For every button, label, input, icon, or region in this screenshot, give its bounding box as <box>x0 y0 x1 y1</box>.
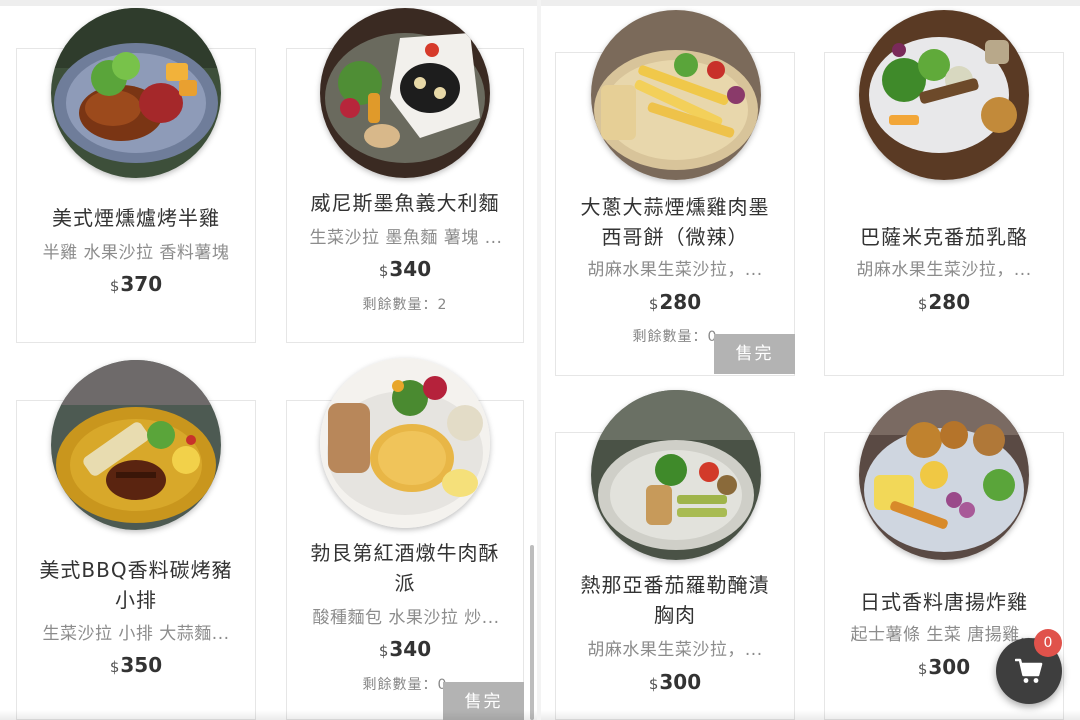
panel-top-bar <box>541 0 1080 6</box>
item-description: 胡麻水果生菜沙拉，... <box>587 640 763 660</box>
price-value: 300 <box>659 670 702 694</box>
item-name: 巴薩米克番茄乳酪 <box>860 225 1028 249</box>
remaining-label: 剩餘數量： <box>362 297 438 313</box>
item-name: 美式BBQ香料碳烤豬 <box>39 558 233 582</box>
remaining-label: 剩餘數量： <box>632 329 708 345</box>
item-price: $280 <box>824 290 1064 314</box>
item-description: 胡麻水果生菜沙拉，... <box>587 260 763 280</box>
shopping-cart-icon <box>1015 658 1043 683</box>
item-name-line2: 派 <box>394 571 416 595</box>
price-value: 340 <box>389 257 432 281</box>
currency-symbol: $ <box>378 642 389 660</box>
price-value: 340 <box>389 637 432 661</box>
price-value: 370 <box>120 272 163 296</box>
price-value: 280 <box>928 290 971 314</box>
price-value: 280 <box>659 290 702 314</box>
remaining-label: 剩餘數量： <box>362 677 438 693</box>
bottom-shadow <box>0 710 537 720</box>
item-price: $370 <box>16 272 256 296</box>
item-name-line2: 西哥餅（微辣） <box>601 225 749 249</box>
dish-photo[interactable] <box>320 358 490 528</box>
item-name-line2: 小排 <box>115 588 157 612</box>
sold-out-badge: 售完 <box>714 334 795 374</box>
remaining-value: 2 <box>437 297 448 313</box>
item-name: 勃艮第紅酒燉牛肉酥 <box>310 541 500 565</box>
currency-symbol: $ <box>648 675 659 693</box>
price-value: 300 <box>928 655 971 679</box>
item-price: $340 <box>286 257 524 281</box>
item-name: 大蔥大蒜煙燻雞肉墨 <box>580 195 770 219</box>
bottom-shadow <box>541 710 1080 720</box>
dish-photo[interactable] <box>859 390 1029 560</box>
item-description: 生菜沙拉 墨魚麵 薯塊 ... <box>309 228 503 248</box>
currency-symbol: $ <box>109 277 120 295</box>
item-name-line2: 胸肉 <box>654 603 696 627</box>
menu-panel-left: 美式煙燻爐烤半雞 半雞 水果沙拉 香料薯塊 $370 威尼斯墨魚義大利麵 生菜沙… <box>0 0 537 720</box>
item-description: 酸種麵包 水果沙拉 炒... <box>312 608 500 628</box>
item-description: 半雞 水果沙拉 香料薯塊 <box>42 243 230 263</box>
dish-photo[interactable] <box>51 360 221 530</box>
dish-photo[interactable] <box>591 390 761 560</box>
remaining-quantity: 剩餘數量：2 <box>286 294 524 314</box>
scrollbar-thumb[interactable] <box>530 545 534 720</box>
item-name: 美式煙燻爐烤半雞 <box>52 206 220 230</box>
currency-symbol: $ <box>917 295 928 313</box>
dish-photo[interactable] <box>320 8 490 178</box>
menu-panel-right: 大蔥大蒜煙燻雞肉墨 西哥餅（微辣） 胡麻水果生菜沙拉，... $280 剩餘數量… <box>541 0 1080 720</box>
item-description: 生菜沙拉 小排 大蒜麵... <box>42 624 230 644</box>
item-price: $300 <box>555 670 795 694</box>
item-description: 胡麻水果生菜沙拉，... <box>856 260 1032 280</box>
currency-symbol: $ <box>109 658 120 676</box>
price-value: 350 <box>120 653 163 677</box>
dish-photo[interactable] <box>51 8 221 178</box>
dish-photo[interactable] <box>859 10 1029 180</box>
item-price: $340 <box>286 637 524 661</box>
item-name: 熱那亞番茄羅勒醃漬 <box>580 573 770 597</box>
cart-count-badge: 0 <box>1034 629 1062 657</box>
currency-symbol: $ <box>648 295 659 313</box>
currency-symbol: $ <box>378 262 389 280</box>
dish-photo[interactable] <box>591 10 761 180</box>
item-name: 威尼斯墨魚義大利麵 <box>310 191 500 215</box>
item-name: 日式香料唐揚炸雞 <box>860 590 1028 614</box>
item-price: $280 <box>555 290 795 314</box>
panel-top-bar <box>0 0 537 6</box>
currency-symbol: $ <box>917 660 928 678</box>
item-price: $350 <box>16 653 256 677</box>
